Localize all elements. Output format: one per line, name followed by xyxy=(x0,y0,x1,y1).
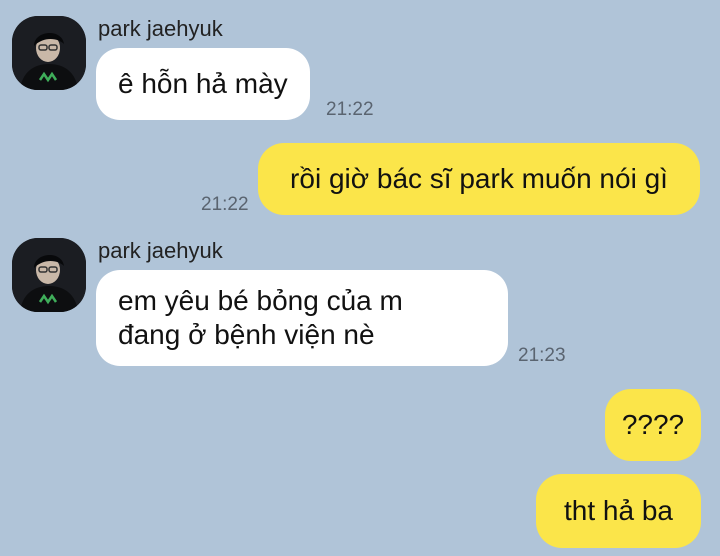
message-bubble-outgoing[interactable]: ???? xyxy=(605,389,701,461)
message-bubble-outgoing[interactable]: rồi giờ bác sĩ park muốn nói gì xyxy=(258,143,700,215)
message-timestamp: 21:23 xyxy=(518,345,566,366)
sender-avatar[interactable] xyxy=(12,238,86,312)
chat-thread: park jaehyuk ê hỗn hả mày 21:22 21:22 rồ… xyxy=(0,0,720,556)
message-timestamp: 21:22 xyxy=(201,194,249,215)
message-text: tht hả ba xyxy=(564,495,673,526)
sender-name: park jaehyuk xyxy=(98,16,223,41)
message-timestamp: 21:22 xyxy=(326,99,374,120)
sender-name: park jaehyuk xyxy=(98,238,223,263)
message-text-line: em yêu bé bỏng của m xyxy=(118,285,403,316)
message-text: ???? xyxy=(621,409,685,440)
message-bubble-outgoing[interactable]: tht hả ba xyxy=(536,474,701,548)
message-bubble-incoming[interactable]: em yêu bé bỏng của m đang ở bệnh viện nè xyxy=(96,270,508,366)
message-text: rồi giờ bác sĩ park muốn nói gì xyxy=(290,163,668,194)
message-text: ê hỗn hả mày xyxy=(118,68,288,99)
profile-photo-icon xyxy=(12,16,86,90)
message-bubble-incoming[interactable]: ê hỗn hả mày xyxy=(96,48,310,120)
message-text-line: đang ở bệnh viện nè xyxy=(118,319,375,350)
sender-avatar[interactable] xyxy=(12,16,86,90)
profile-photo-icon xyxy=(12,238,86,312)
